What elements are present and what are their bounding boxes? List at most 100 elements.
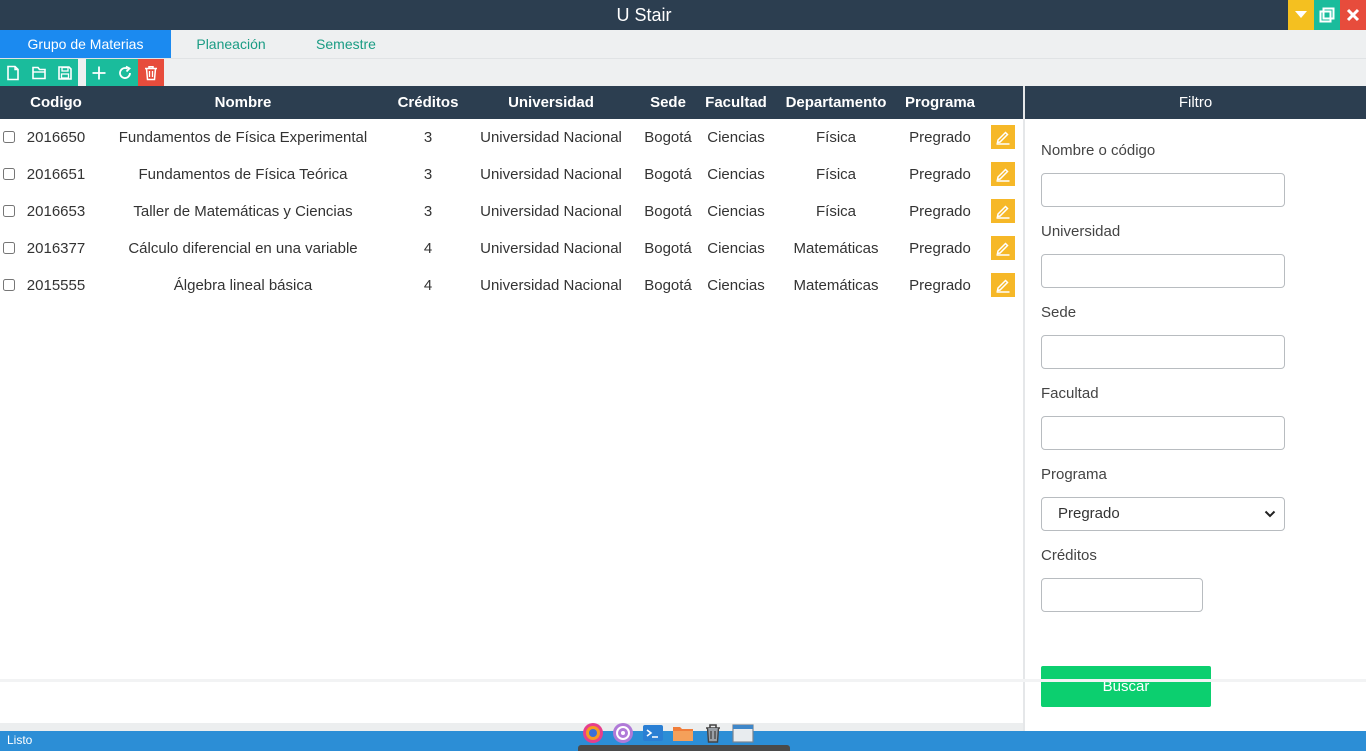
column-header-sede[interactable]: Sede — [638, 86, 698, 119]
open-folder-icon — [32, 66, 46, 80]
column-header-facultad[interactable]: Facultad — [701, 86, 771, 119]
tab-semestre[interactable]: Semestre — [291, 30, 401, 58]
delete-icon — [145, 66, 157, 81]
cell-sede: Bogotá — [644, 203, 692, 220]
column-header-codigo[interactable]: Codigo — [15, 86, 97, 119]
cell-universidad: Universidad Nacional — [480, 166, 622, 183]
cell-facultad: Ciencias — [707, 166, 765, 183]
row-checkbox[interactable] — [3, 242, 15, 254]
edit-button[interactable] — [991, 236, 1015, 260]
cell-nombre: Fundamentos de Física Teórica — [138, 166, 348, 183]
cell-creditos: 3 — [423, 129, 433, 146]
app-icon[interactable] — [612, 722, 634, 744]
cell-creditos: 3 — [423, 166, 433, 183]
new-button[interactable] — [0, 59, 26, 87]
cell-sede: Bogotá — [644, 240, 692, 257]
cell-departamento: Física — [815, 129, 856, 146]
table-row: 2016377 Cálculo diferencial en una varia… — [0, 230, 1023, 267]
sede-label: Sede — [1041, 304, 1077, 321]
maximize-button[interactable] — [1314, 0, 1340, 30]
programa-select[interactable]: Pregrado — [1041, 497, 1285, 531]
cell-creditos: 3 — [423, 203, 433, 220]
close-icon — [1346, 8, 1360, 22]
title-bar: U Stair — [0, 0, 1366, 30]
cell-facultad: Ciencias — [707, 129, 765, 146]
row-checkbox[interactable] — [3, 168, 15, 180]
edit-button[interactable] — [991, 199, 1015, 223]
cell-programa: Pregrado — [909, 203, 971, 220]
save-icon — [58, 66, 72, 80]
sede-input[interactable] — [1041, 335, 1285, 369]
chevron-down-icon — [1264, 510, 1276, 518]
cell-creditos: 4 — [423, 277, 433, 294]
taskbar-dock — [578, 719, 790, 751]
cell-nombre: Taller de Matemáticas y Ciencias — [133, 203, 353, 220]
buscar-button[interactable]: Buscar — [1041, 666, 1211, 707]
table-row: 2015555 Álgebra lineal básica 4 Universi… — [0, 267, 1023, 304]
trash-icon[interactable] — [702, 722, 724, 744]
refresh-button[interactable] — [112, 59, 138, 87]
cell-universidad: Universidad Nacional — [480, 240, 622, 257]
edit-button[interactable] — [991, 273, 1015, 297]
cell-codigo: 2016651 — [26, 166, 86, 183]
cell-programa: Pregrado — [909, 277, 971, 294]
column-header-universidad[interactable]: Universidad — [471, 86, 631, 119]
toolbar — [0, 58, 1366, 87]
window-title: U Stair — [616, 5, 672, 25]
tab-planeacion[interactable]: Planeación — [171, 30, 291, 58]
new-file-icon — [7, 65, 19, 81]
cell-programa: Pregrado — [909, 129, 971, 146]
row-checkbox[interactable] — [3, 279, 15, 291]
column-header-creditos[interactable]: Créditos — [388, 86, 468, 119]
save-button[interactable] — [52, 59, 78, 87]
cell-programa: Pregrado — [909, 240, 971, 257]
browser-icon[interactable] — [582, 722, 604, 744]
universidad-input[interactable] — [1041, 254, 1285, 288]
cell-universidad: Universidad Nacional — [480, 203, 622, 220]
edit-button[interactable] — [991, 125, 1015, 149]
window-icon[interactable] — [732, 722, 754, 744]
row-checkbox[interactable] — [3, 131, 15, 143]
cell-codigo: 2016650 — [26, 129, 86, 146]
table-footer-strip — [0, 723, 1023, 731]
creditos-input[interactable] — [1041, 578, 1203, 612]
close-button[interactable] — [1340, 0, 1366, 30]
add-button[interactable] — [86, 59, 112, 87]
open-button[interactable] — [26, 59, 52, 87]
terminal-icon[interactable] — [642, 722, 664, 744]
row-checkbox[interactable] — [3, 205, 15, 217]
status-text: Listo — [7, 733, 33, 747]
maximize-icon — [1319, 7, 1335, 23]
universidad-label: Universidad — [1041, 223, 1121, 240]
table-header: Codigo Nombre Créditos Universidad Sede … — [0, 86, 1023, 119]
tab-grupo-de-materias[interactable]: Grupo de Materias — [0, 30, 171, 58]
cell-facultad: Ciencias — [707, 277, 765, 294]
cell-codigo: 2015555 — [26, 277, 86, 294]
minimize-button[interactable] — [1288, 0, 1314, 30]
nombre-input[interactable] — [1041, 173, 1285, 207]
cell-universidad: Universidad Nacional — [480, 129, 622, 146]
facultad-input[interactable] — [1041, 416, 1285, 450]
programa-selected-value: Pregrado — [1058, 505, 1120, 522]
cell-nombre: Cálculo diferencial en una variable — [128, 240, 358, 257]
column-header-departamento[interactable]: Departamento — [776, 86, 896, 119]
edit-button[interactable] — [991, 162, 1015, 186]
creditos-label: Créditos — [1041, 547, 1097, 564]
panel-divider — [1023, 86, 1025, 731]
column-header-programa[interactable]: Programa — [900, 86, 980, 119]
pencil-icon — [996, 205, 1010, 219]
minimize-icon — [1295, 11, 1307, 18]
table-row: 2016653 Taller de Matemáticas y Ciencias… — [0, 193, 1023, 230]
pencil-icon — [996, 131, 1010, 145]
cell-sede: Bogotá — [644, 129, 692, 146]
tab-bar: Grupo de Materias Planeación Semestre — [0, 30, 1366, 58]
cell-sede: Bogotá — [644, 166, 692, 183]
cell-departamento: Física — [815, 203, 856, 220]
column-header-nombre[interactable]: Nombre — [113, 86, 373, 119]
cell-universidad: Universidad Nacional — [480, 277, 622, 294]
folder-icon[interactable] — [672, 722, 694, 744]
cell-programa: Pregrado — [909, 166, 971, 183]
delete-button[interactable] — [138, 59, 164, 87]
cell-codigo: 2016377 — [26, 240, 86, 257]
cell-facultad: Ciencias — [707, 203, 765, 220]
